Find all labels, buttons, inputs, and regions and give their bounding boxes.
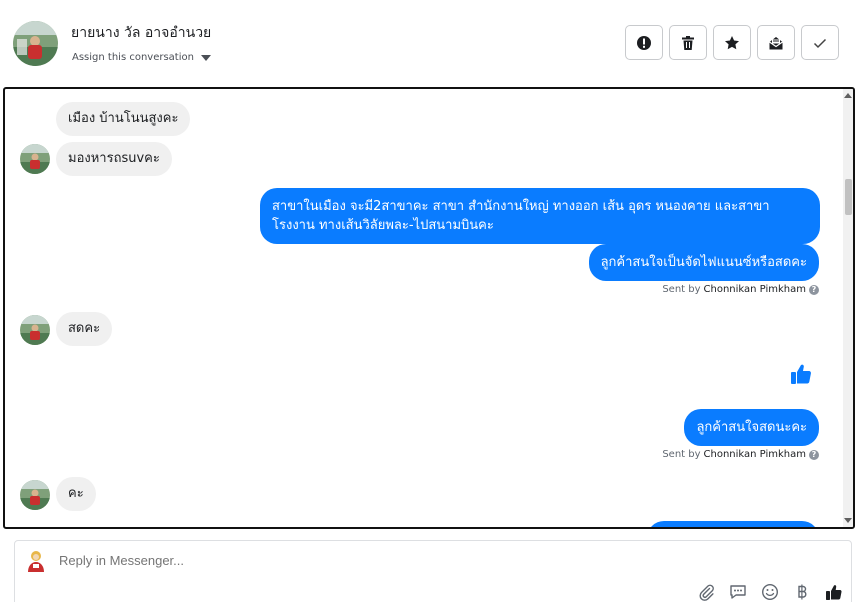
contact-avatar-small <box>20 480 50 510</box>
assign-conversation-dropdown[interactable]: Assign this conversation <box>72 52 211 63</box>
sent-by-agent[interactable]: Chonnikan Pimkham <box>704 449 806 460</box>
star-button[interactable] <box>713 25 751 60</box>
sent-by-prefix: Sent by <box>662 284 701 295</box>
outgoing-message[interactable]: ลูกค้าสนใจสดนะคะ <box>684 409 819 446</box>
baht-icon[interactable] <box>793 583 811 601</box>
page-avatar <box>23 548 49 574</box>
scrollbar-thumb[interactable] <box>845 179 852 215</box>
contact-avatar[interactable] <box>13 21 58 66</box>
mark-unread-button[interactable] <box>757 25 795 60</box>
caret-down-icon <box>200 54 211 61</box>
check-icon <box>813 38 827 48</box>
outgoing-message-partial[interactable] <box>647 521 819 527</box>
conversation-header: ยายนาง วัล อาจอำนวย Assign this conversa… <box>0 0 855 86</box>
outgoing-message[interactable]: ลูกค้าสนใจเป็นจัดไฟแนนซ์หรือสดคะ <box>588 244 819 281</box>
message-thread[interactable]: เมือง บ้านโนนสูงคะ มองหารถsuvคะ สาขาในเม… <box>3 87 855 529</box>
outgoing-message[interactable]: สาขาในเมือง จะมี2สาขาคะ สาขา สำนักงานใหญ… <box>260 188 820 244</box>
assign-label: Assign this conversation <box>72 52 194 63</box>
contact-avatar-small <box>20 315 50 345</box>
mark-spam-button[interactable] <box>625 25 663 60</box>
reply-toolbar <box>697 583 843 601</box>
sent-by-prefix: Sent by <box>662 449 701 460</box>
incoming-message[interactable]: เมือง บ้านโนนสูงคะ <box>56 102 191 136</box>
delete-button[interactable] <box>669 25 707 60</box>
scroll-down-icon[interactable] <box>844 518 852 523</box>
help-icon[interactable]: ? <box>809 449 819 460</box>
incoming-message[interactable]: คะ <box>56 477 96 511</box>
contact-avatar-small <box>20 144 50 174</box>
trash-icon <box>682 35 694 50</box>
done-button[interactable] <box>801 25 839 60</box>
attach-icon[interactable] <box>697 583 715 601</box>
incoming-message[interactable]: สดคะ <box>56 312 113 346</box>
quick-reply-icon[interactable] <box>729 583 747 601</box>
help-icon[interactable]: ? <box>809 284 819 295</box>
thumbs-up-icon[interactable] <box>825 583 843 601</box>
contact-name[interactable]: ยายนาง วัล อาจอำนวย <box>71 22 211 44</box>
reply-input[interactable] <box>59 553 659 568</box>
emoji-icon[interactable] <box>761 583 779 601</box>
sent-by-label: Sent by Chonnikan Pimkham ? <box>662 284 819 295</box>
star-icon <box>725 35 739 49</box>
conversation-actions <box>625 25 839 60</box>
reply-box <box>14 540 852 602</box>
scroll-up-icon[interactable] <box>844 93 852 98</box>
thumbs-up-icon[interactable] <box>789 362 813 386</box>
alert-icon <box>637 35 651 50</box>
envelope-icon <box>769 36 783 49</box>
incoming-message[interactable]: มองหารถsuvคะ <box>56 142 172 176</box>
sent-by-agent[interactable]: Chonnikan Pimkham <box>704 284 806 295</box>
sent-by-label: Sent by Chonnikan Pimkham ? <box>662 449 819 460</box>
scrollbar[interactable] <box>843 89 853 527</box>
